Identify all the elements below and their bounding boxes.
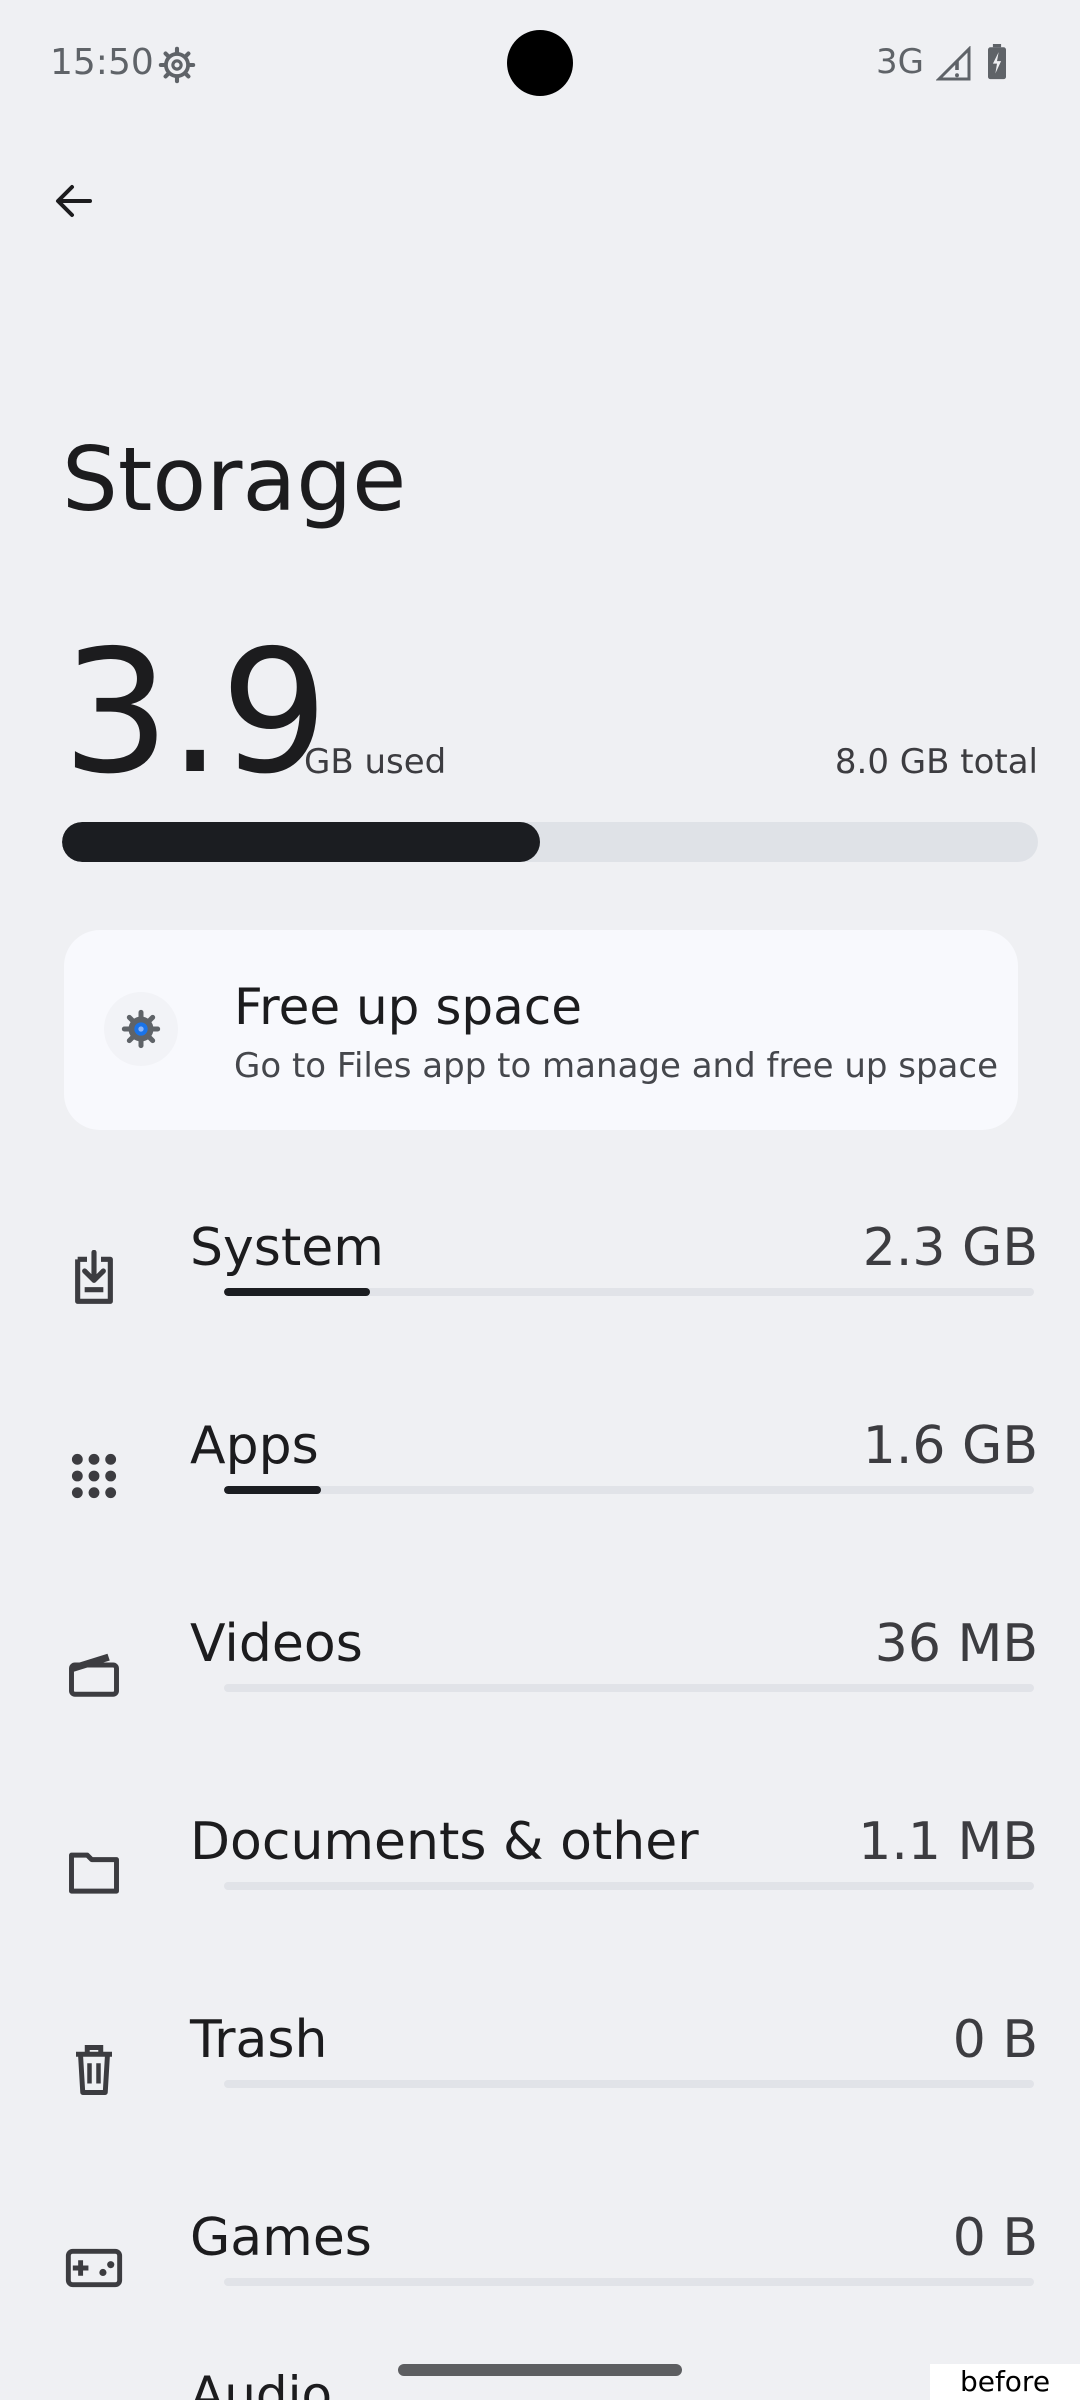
category-label: System <box>190 1218 384 1278</box>
status-time: 15:50 <box>50 42 154 83</box>
category-label: Documents & other <box>190 1812 699 1872</box>
category-size: 0 B <box>952 2010 1038 2070</box>
used-value: 3.9 <box>62 614 328 812</box>
category-size: 36 MB <box>874 1614 1038 1674</box>
storage-progress-fill <box>62 822 541 862</box>
settings-gear-icon <box>158 46 196 84</box>
category-row-audio-partial[interactable]: Audio <box>190 2366 332 2400</box>
category-row-videos[interactable]: Videos 36 MB <box>0 1574 1080 1772</box>
category-usage-fill <box>224 1486 322 1494</box>
app-bar <box>0 126 1080 276</box>
used-unit: GB used <box>304 742 447 782</box>
storage-progress-bar <box>62 822 1038 862</box>
page-title: Storage <box>62 428 407 531</box>
folder-icon <box>62 1840 126 1904</box>
category-usage-bar <box>224 1486 1034 1494</box>
system-download-icon <box>62 1246 126 1310</box>
total-label: 8.0 GB total <box>834 742 1038 782</box>
arrow-left-icon <box>56 185 92 217</box>
free-up-space-card[interactable]: Free up space Go to Files app to manage … <box>64 930 1018 1130</box>
category-size: 2.3 GB <box>862 1218 1038 1278</box>
network-type: 3G <box>876 42 924 82</box>
category-size: 0 B <box>952 2208 1038 2268</box>
category-size: 1.1 MB <box>858 1812 1038 1872</box>
camera-cutout <box>507 30 573 96</box>
category-row-apps[interactable]: Apps 1.6 GB <box>0 1376 1080 1574</box>
category-usage-bar <box>224 1288 1034 1296</box>
signal-icon <box>936 46 971 81</box>
free-up-space-title: Free up space <box>234 978 582 1036</box>
category-label: Games <box>190 2208 372 2268</box>
gamepad-icon <box>62 2236 126 2300</box>
category-row-documents[interactable]: Documents & other 1.1 MB <box>0 1772 1080 1970</box>
category-usage-bar <box>224 1882 1034 1890</box>
apps-grid-icon <box>62 1444 126 1508</box>
battery-charging-icon <box>988 44 1006 80</box>
category-usage-fill <box>224 1288 370 1296</box>
category-usage-bar <box>224 2278 1034 2286</box>
video-clapper-icon <box>62 1642 126 1706</box>
files-gear-icon <box>104 992 178 1066</box>
category-label: Trash <box>190 2010 328 2070</box>
category-usage-bar <box>224 2080 1034 2088</box>
before-tag: before <box>930 2364 1080 2400</box>
category-row-trash[interactable]: Trash 0 B <box>0 1970 1080 2168</box>
storage-screen: 15:50 3G Storage 3.9 GB used 8.0 GB tota… <box>0 0 1080 2400</box>
back-button[interactable] <box>0 126 148 276</box>
category-size: 1.6 GB <box>862 1416 1038 1476</box>
category-usage-bar <box>224 1684 1034 1692</box>
free-up-space-subtitle: Go to Files app to manage and free up sp… <box>234 1046 999 1086</box>
trash-icon <box>62 2038 126 2102</box>
category-label: Apps <box>190 1416 319 1476</box>
category-label: Videos <box>190 1614 363 1674</box>
category-row-games[interactable]: Games 0 B <box>0 2168 1080 2366</box>
status-bar: 15:50 3G <box>0 0 1080 126</box>
category-row-system[interactable]: System 2.3 GB <box>0 1178 1080 1376</box>
gesture-navigation-bar[interactable] <box>398 2364 682 2376</box>
